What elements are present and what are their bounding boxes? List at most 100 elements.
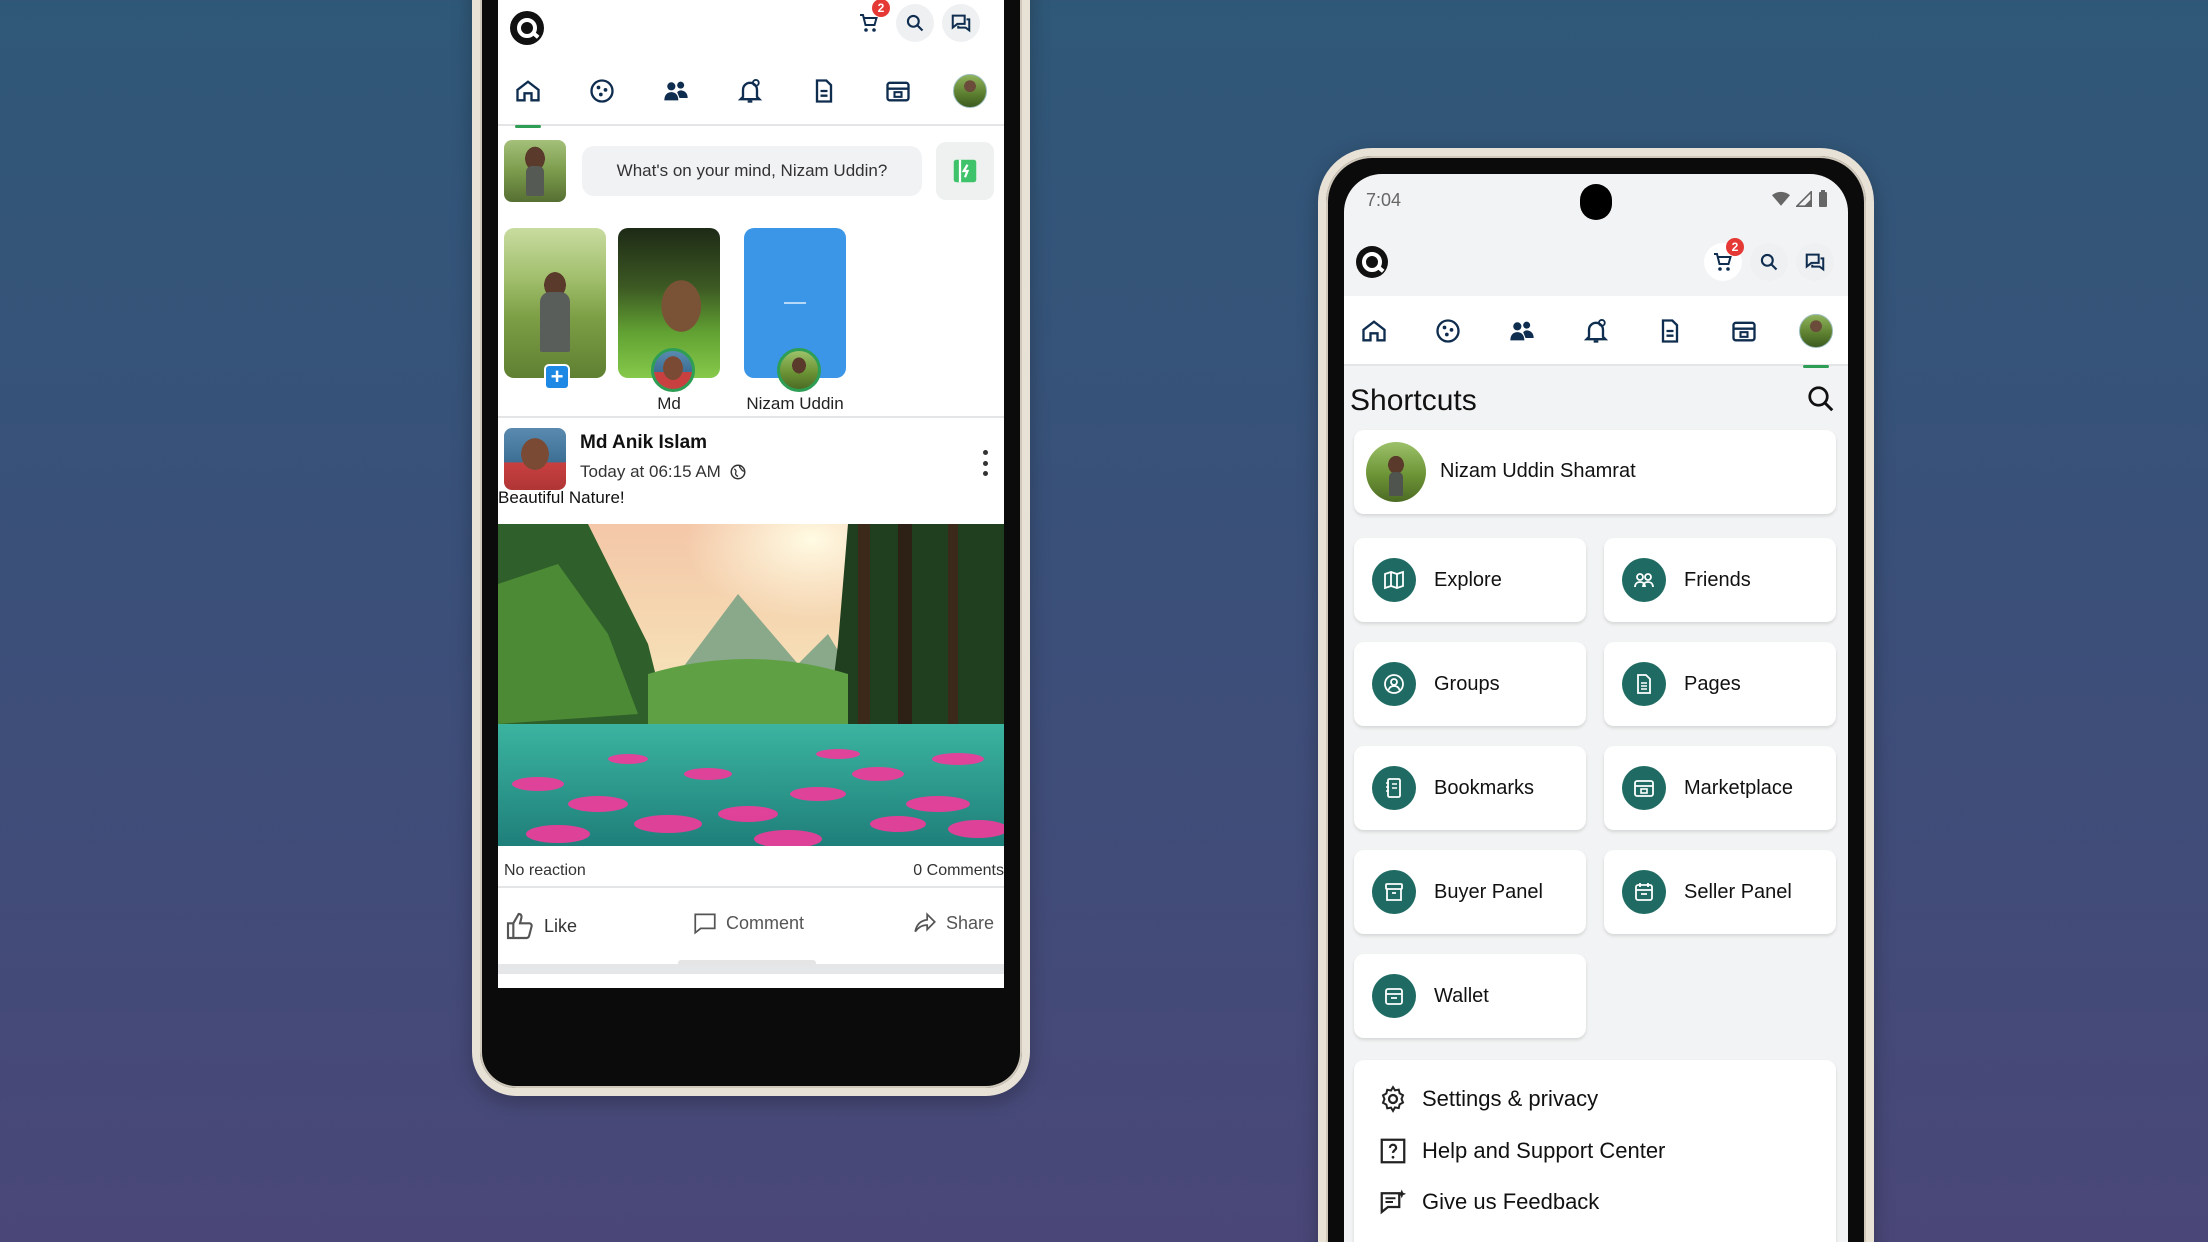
- wifi-icon: [1772, 191, 1790, 206]
- avatar: [1799, 314, 1833, 348]
- store-icon: [1634, 780, 1654, 797]
- story-avatar: [777, 348, 821, 392]
- tab-pages[interactable]: [1640, 296, 1700, 366]
- top-bar: 2: [1344, 234, 1848, 290]
- tab-notifications[interactable]: [1566, 296, 1626, 366]
- comment-icon: [694, 913, 716, 935]
- tab-home[interactable]: [498, 56, 558, 128]
- shortcut-wallet[interactable]: Wallet: [1354, 954, 1586, 1038]
- tab-explore[interactable]: [1418, 296, 1478, 366]
- menu-label: Give us Feedback: [1422, 1189, 1600, 1214]
- tab-home[interactable]: [1344, 296, 1404, 366]
- avatar[interactable]: [504, 428, 566, 490]
- story-create[interactable]: +: [504, 228, 606, 390]
- feedback-icon: [1380, 1189, 1407, 1215]
- shortcut-pages[interactable]: Pages: [1604, 642, 1836, 726]
- profile-shortcut[interactable]: Nizam Uddin Shamrat: [1354, 430, 1836, 514]
- post-stats: No reaction 0 Comments: [498, 858, 1004, 888]
- menu-settings-privacy[interactable]: Settings & privacy: [1378, 1084, 1598, 1114]
- like-button[interactable]: Like: [504, 910, 577, 942]
- bell-icon: [1583, 318, 1609, 343]
- tab-friends[interactable]: [646, 56, 706, 126]
- home-icon: [516, 80, 540, 102]
- shortcut-icon-wrap: [1372, 974, 1416, 1018]
- tab-explore[interactable]: [572, 56, 632, 126]
- search-icon: [906, 14, 924, 32]
- story-md[interactable]: Md: [618, 228, 720, 413]
- globe-icon: [1436, 319, 1460, 343]
- shortcut-marketplace[interactable]: Marketplace: [1604, 746, 1836, 830]
- globe-icon: [730, 464, 746, 480]
- shortcut-explore[interactable]: Explore: [1354, 538, 1586, 622]
- chat-icon: [951, 14, 971, 33]
- status-icons: [1772, 190, 1828, 208]
- comment-button[interactable]: Comment: [692, 910, 804, 936]
- app-logo[interactable]: [510, 11, 544, 45]
- messages-button[interactable]: [942, 4, 980, 42]
- story-label: Md: [657, 394, 681, 413]
- photo-icon: [953, 159, 977, 183]
- tab-notifications[interactable]: [720, 56, 780, 126]
- shortcut-label: Explore: [1434, 569, 1502, 591]
- messages-button[interactable]: [1796, 243, 1834, 281]
- settings-menu: Settings & privacy Help and Support Cent…: [1354, 1060, 1836, 1242]
- shortcut-label: Marketplace: [1684, 777, 1793, 799]
- shortcut-bookmarks[interactable]: Bookmarks: [1354, 746, 1586, 830]
- app-logo[interactable]: [1356, 246, 1388, 278]
- post-actions: Like Comment Share: [498, 900, 1004, 956]
- shortcut-icon-wrap: [1372, 870, 1416, 914]
- cart-button[interactable]: 2: [1704, 238, 1744, 281]
- cart-badge: 2: [872, 0, 890, 17]
- shortcuts-search-button[interactable]: [1806, 384, 1836, 419]
- shortcut-groups[interactable]: Groups: [1354, 642, 1586, 726]
- tab-marketplace[interactable]: [868, 56, 928, 126]
- calendar-box-icon: [1635, 883, 1653, 901]
- camera-cutout: [1580, 184, 1612, 220]
- story-text-line: [784, 302, 806, 304]
- search-icon: [1808, 386, 1834, 412]
- profile-name: Nizam Uddin Shamrat: [1440, 460, 1636, 482]
- menu-label: Settings & privacy: [1422, 1086, 1599, 1111]
- status-input[interactable]: What's on your mind, Nizam Uddin?: [582, 146, 922, 196]
- shortcut-friends[interactable]: Friends: [1604, 538, 1836, 622]
- home-icon: [1362, 320, 1386, 342]
- post-image[interactable]: [498, 524, 1004, 846]
- cart-button[interactable]: 2: [850, 0, 890, 42]
- thumbs-up-icon: [506, 912, 533, 940]
- add-story-button[interactable]: +: [544, 364, 570, 390]
- main-nav: [1344, 296, 1848, 368]
- signal-icon: [1796, 191, 1812, 207]
- phone-right: 7:04 2 Shortcuts Nizam Uddin Shamrat Exp…: [1318, 148, 1874, 1242]
- search-button[interactable]: [896, 4, 934, 42]
- search-button[interactable]: [1750, 243, 1788, 281]
- tab-pages[interactable]: [794, 56, 854, 126]
- shortcuts-screen: 7:04 2 Shortcuts Nizam Uddin Shamrat Exp…: [1344, 174, 1848, 1242]
- shortcut-seller-panel[interactable]: Seller Panel: [1604, 850, 1836, 934]
- home-indicator[interactable]: [678, 960, 816, 966]
- shortcut-icon-wrap: [1372, 558, 1416, 602]
- like-label: Like: [544, 915, 578, 936]
- post-composer: What's on your mind, Nizam Uddin?: [498, 140, 1004, 210]
- shortcut-icon-wrap: [1372, 662, 1416, 706]
- user-circle-icon: [1384, 674, 1404, 694]
- document-icon: [1661, 319, 1679, 343]
- story-nizam[interactable]: Nizam Uddin: [744, 228, 846, 413]
- share-label: Share: [946, 912, 995, 933]
- tab-profile[interactable]: [1786, 296, 1846, 368]
- comment-count[interactable]: 0 Comments: [913, 862, 1004, 880]
- share-button[interactable]: Share: [912, 910, 994, 936]
- reaction-count[interactable]: No reaction: [504, 862, 586, 880]
- shortcut-buyer-panel[interactable]: Buyer Panel: [1354, 850, 1586, 934]
- add-photo-button[interactable]: [936, 142, 994, 200]
- menu-help-support[interactable]: Help and Support Center: [1378, 1136, 1665, 1166]
- shortcut-label: Friends: [1684, 569, 1751, 591]
- tab-profile[interactable]: [940, 56, 1000, 126]
- tab-marketplace[interactable]: [1714, 296, 1774, 366]
- globe-icon: [590, 79, 614, 103]
- post-menu-button[interactable]: [982, 450, 988, 476]
- share-icon: [914, 912, 936, 933]
- post-author[interactable]: Md Anik Islam: [580, 432, 707, 454]
- menu-feedback[interactable]: Give us Feedback: [1378, 1187, 1599, 1217]
- tab-friends[interactable]: [1492, 296, 1552, 366]
- shortcut-label: Pages: [1684, 673, 1741, 695]
